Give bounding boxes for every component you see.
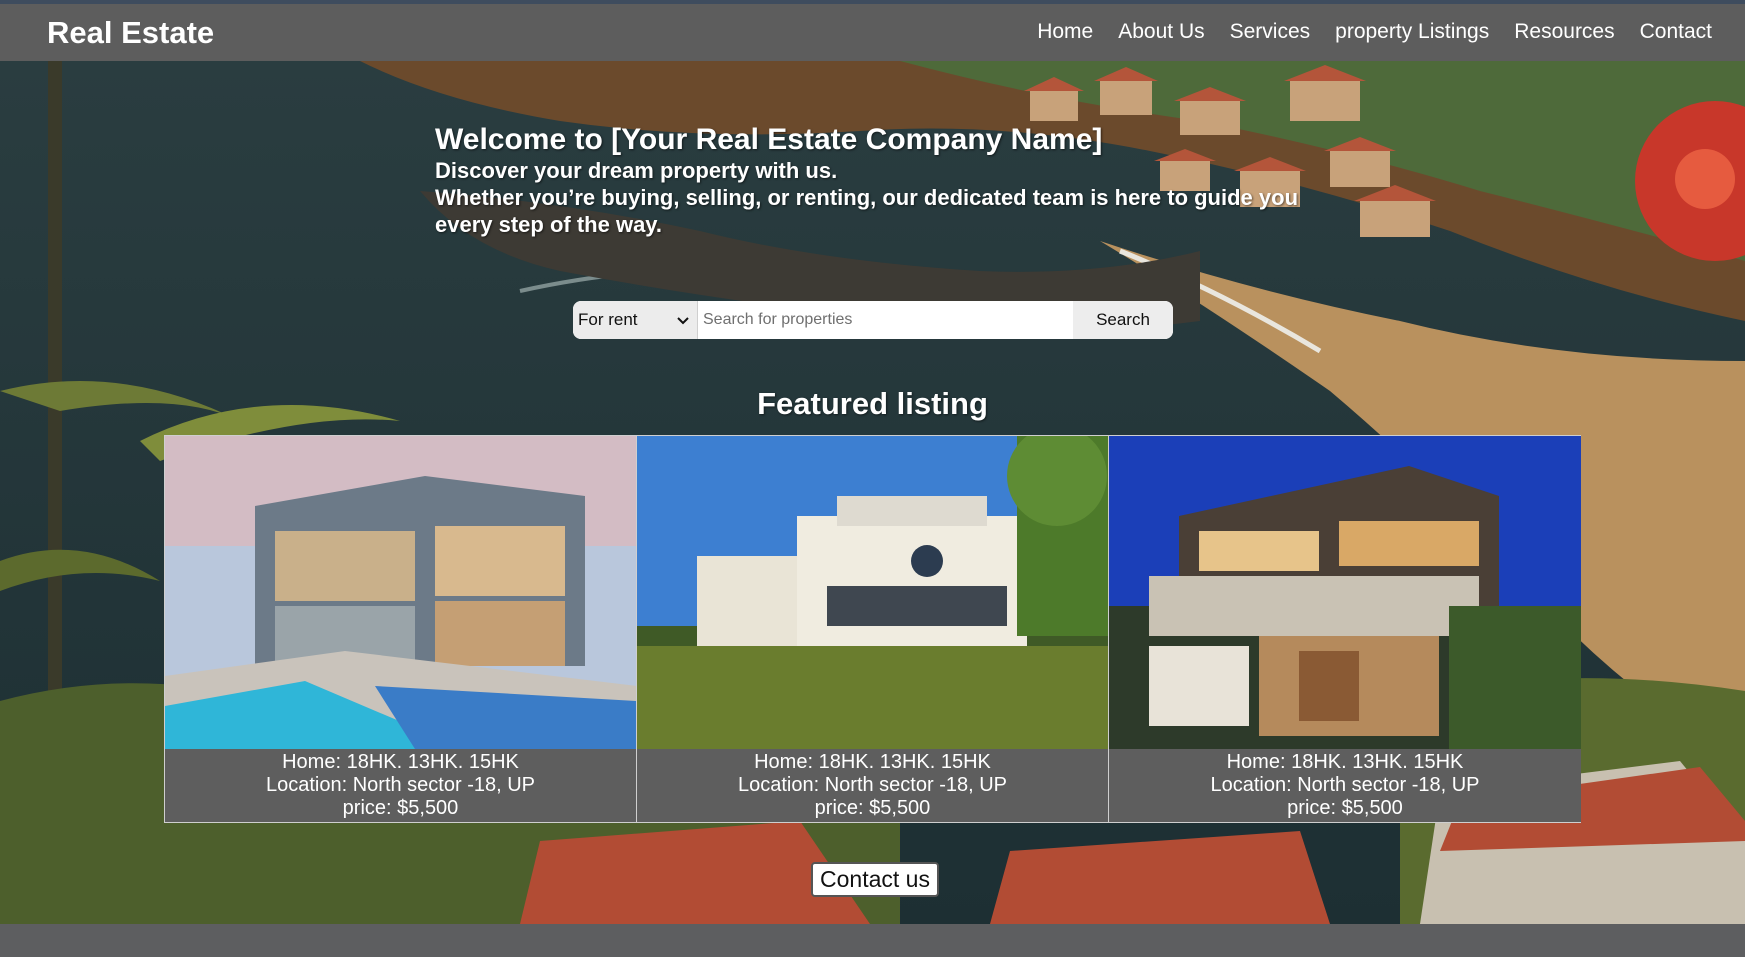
listing-home: Home: 18HK. 13HK. 15HK [754, 751, 991, 773]
listing-card[interactable]: Home: 18HK. 13HK. 15HK Location: North s… [165, 436, 637, 822]
listing-price: price: $5,500 [1287, 797, 1403, 819]
welcome-section: Welcome to [Your Real Estate Company Nam… [435, 123, 1315, 238]
nav-services[interactable]: Services [1230, 20, 1311, 44]
listing-type-value: For rent [578, 310, 638, 329]
listing-info: Home: 18HK. 13HK. 15HK Location: North s… [1109, 749, 1581, 822]
listing-card[interactable]: Home: 18HK. 13HK. 15HK Location: North s… [637, 436, 1109, 822]
listing-type-select[interactable]: For rent [573, 301, 698, 339]
listing-price: price: $5,500 [342, 797, 459, 819]
page: Real Estate Home About Us Services prope… [0, 0, 1745, 957]
listing-info: Home: 18HK. 13HK. 15HK Location: North s… [637, 749, 1108, 822]
nav-contact[interactable]: Contact [1640, 20, 1712, 44]
chevron-down-icon [677, 310, 689, 330]
contact-us-button[interactable]: Contact us [811, 862, 939, 897]
main-nav: Home About Us Services property Listings… [1037, 20, 1712, 44]
search-bar: For rent Search [573, 301, 1173, 339]
brand-logo[interactable]: Real Estate [47, 15, 214, 51]
nav-resources[interactable]: Resources [1514, 20, 1614, 44]
featured-listings: Home: 18HK. 13HK. 15HK Location: North s… [164, 435, 1581, 823]
search-button[interactable]: Search [1073, 301, 1173, 339]
footer-strip [0, 924, 1745, 957]
listing-location: Location: North sector -18, UP [737, 774, 1007, 796]
listing-home: Home: 18HK. 13HK. 15HK [282, 751, 519, 773]
welcome-line-2: Whether you’re buying, selling, or renti… [435, 185, 1299, 237]
listing-home: Home: 18HK. 13HK. 15HK [1226, 751, 1464, 773]
listing-image [1109, 436, 1581, 749]
listing-info: Home: 18HK. 13HK. 15HK Location: North s… [165, 749, 636, 822]
listing-card[interactable]: Home: 18HK. 13HK. 15HK Location: North s… [1109, 436, 1581, 822]
listing-image [637, 436, 1108, 749]
welcome-title: Welcome to [Your Real Estate Company Nam… [435, 123, 1103, 156]
nav-property-listings[interactable]: property Listings [1335, 20, 1489, 44]
search-input[interactable] [698, 301, 1073, 339]
featured-title: Featured listing [757, 386, 988, 421]
listing-location: Location: North sector -18, UP [265, 774, 535, 796]
listing-image [165, 436, 636, 749]
nav-about-us[interactable]: About Us [1118, 20, 1204, 44]
nav-home[interactable]: Home [1037, 20, 1093, 44]
listing-location: Location: North sector -18, UP [1210, 774, 1480, 796]
listing-price: price: $5,500 [814, 797, 931, 819]
navbar: Real Estate Home About Us Services prope… [0, 4, 1745, 61]
welcome-line-1: Discover your dream property with us. [435, 158, 838, 183]
